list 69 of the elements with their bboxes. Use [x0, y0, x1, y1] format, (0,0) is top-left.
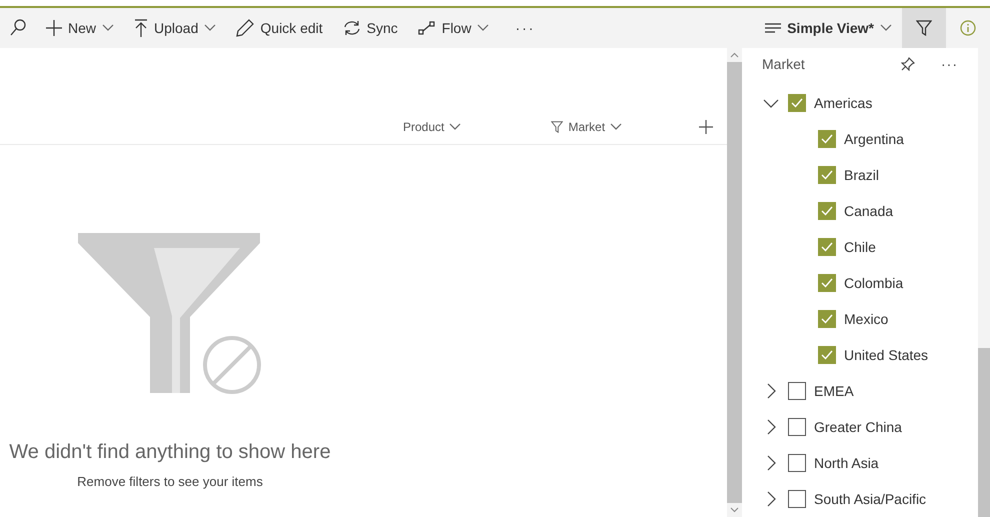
- caret-icon: [880, 24, 892, 32]
- flow-icon: [418, 21, 436, 35]
- filter-option[interactable]: South Asia/Pacific: [814, 491, 926, 507]
- sync-button[interactable]: Sync: [332, 8, 408, 48]
- new-button[interactable]: New: [36, 8, 124, 48]
- column-header[interactable]: Product: [403, 120, 462, 134]
- filter-option[interactable]: Chile: [844, 239, 876, 255]
- caret-icon: [610, 123, 622, 131]
- checkbox[interactable]: [788, 454, 806, 472]
- caret-icon: [477, 24, 490, 32]
- upload-button[interactable]: Upload: [124, 8, 226, 48]
- scroll-down-icon[interactable]: [730, 507, 739, 513]
- check-icon: [821, 206, 833, 216]
- filter-option[interactable]: Americas: [814, 95, 872, 111]
- checkbox[interactable]: [788, 418, 806, 436]
- filter-button[interactable]: [902, 8, 946, 48]
- search-icon: [10, 19, 26, 37]
- checkbox[interactable]: [788, 382, 806, 400]
- more-button[interactable]: ···: [941, 56, 958, 72]
- info-icon: [960, 20, 976, 36]
- scroll-up-icon[interactable]: [730, 52, 739, 58]
- filter-icon: [916, 20, 932, 36]
- check-icon: [821, 242, 833, 252]
- checkbox[interactable]: [818, 166, 836, 184]
- checkbox[interactable]: [818, 238, 836, 256]
- more-button[interactable]: ···: [499, 8, 552, 48]
- empty-state-hint: Remove filters to see your items: [77, 474, 263, 489]
- filter-option[interactable]: Brazil: [844, 167, 880, 183]
- checkbox[interactable]: [818, 274, 836, 292]
- caret-icon: [449, 123, 462, 131]
- filter-option[interactable]: Greater China: [814, 419, 902, 435]
- checkbox[interactable]: [788, 94, 806, 112]
- scrollbar[interactable]: [978, 48, 990, 517]
- view-selector[interactable]: Simple View*: [755, 8, 902, 48]
- checkbox[interactable]: [788, 490, 806, 508]
- filter-option[interactable]: United States: [844, 347, 928, 363]
- lines-icon: [765, 23, 782, 33]
- check-icon: [821, 134, 833, 144]
- upload-icon: [134, 19, 148, 37]
- filter-option[interactable]: Mexico: [844, 311, 888, 327]
- plus-icon: [46, 20, 62, 36]
- edit-button[interactable]: Quick edit: [226, 8, 333, 48]
- checkbox[interactable]: [818, 202, 836, 220]
- caret-icon: [204, 24, 216, 32]
- check-icon: [821, 170, 833, 180]
- pencil-icon: [236, 19, 254, 37]
- scrollbar[interactable]: [727, 48, 742, 517]
- filter-icon: [551, 121, 564, 133]
- check-icon: [821, 314, 833, 324]
- filter-option[interactable]: North Asia: [814, 455, 879, 471]
- flow-button[interactable]: Flow: [408, 8, 500, 48]
- filter-option[interactable]: Colombia: [844, 275, 904, 291]
- checkbox[interactable]: [818, 310, 836, 328]
- filter-option[interactable]: Argentina: [844, 131, 904, 147]
- pane-title: Market: [762, 56, 805, 72]
- filter-option[interactable]: EMEA: [814, 383, 854, 399]
- caret-icon: [102, 24, 114, 32]
- check-icon: [821, 278, 833, 288]
- check-icon: [821, 350, 833, 360]
- plus-icon: [699, 120, 713, 134]
- checkbox[interactable]: [818, 130, 836, 148]
- pin-icon[interactable]: [901, 56, 915, 70]
- empty-state-title: We didn't find anything to show here: [9, 441, 331, 464]
- check-icon: [791, 98, 803, 108]
- column-header[interactable]: Market: [551, 120, 622, 134]
- add-column-button[interactable]: [699, 120, 713, 134]
- sync-icon: [342, 19, 361, 37]
- filter-option[interactable]: Canada: [844, 203, 894, 219]
- checkbox[interactable]: [818, 346, 836, 364]
